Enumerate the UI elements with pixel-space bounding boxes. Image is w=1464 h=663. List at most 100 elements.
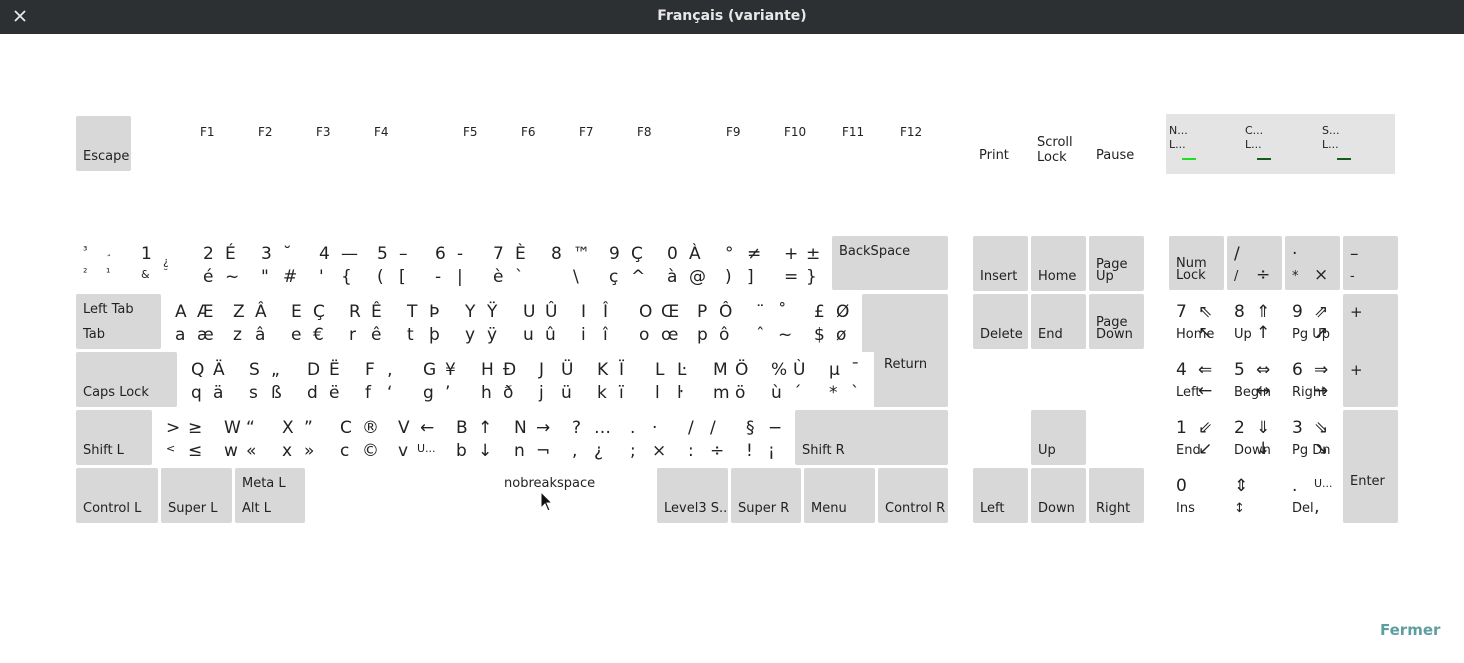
- key-letter[interactable]: F ‚ f ‘: [354, 352, 410, 407]
- key-menu[interactable]: Menu: [804, 468, 875, 523]
- key-superscript[interactable]: ³ ¸ ² ¹: [76, 236, 132, 290]
- key-digit[interactable]: 1 ¿ & ˘: [134, 236, 190, 290]
- key-home[interactable]: Home: [1031, 236, 1086, 291]
- key-delete[interactable]: Delete: [973, 294, 1028, 349]
- key-insert[interactable]: Insert: [973, 236, 1028, 291]
- key-letter[interactable]: N → n ¬: [503, 410, 559, 465]
- key-letter[interactable]: OŒoœ: [628, 294, 684, 349]
- key-keypad-minus[interactable]: – -: [1343, 236, 1398, 290]
- key-keypad-updown[interactable]: ⇕ ↕: [1227, 468, 1282, 523]
- key-shift-right[interactable]: Shift R: [795, 410, 948, 465]
- key-keypad-2[interactable]: 2 ⇓ Down ↓: [1227, 410, 1282, 465]
- key-shift-left[interactable]: Shift L: [76, 410, 152, 465]
- key-letter[interactable]: / /: ÷: [677, 410, 733, 465]
- key-letter[interactable]: % Ùù ´: [760, 352, 816, 407]
- key-letter[interactable]: B ↑ b ↓: [445, 410, 501, 465]
- key-keypad-7[interactable]: 7 ⇖ Home ↖: [1169, 294, 1224, 349]
- key-letter[interactable]: QÄqä: [180, 352, 236, 407]
- key-keypad-8[interactable]: 8 ⇑ Up ↑: [1227, 294, 1282, 349]
- key-letter[interactable]: X ” x »: [271, 410, 327, 465]
- key-letter[interactable]: V ← v U...: [387, 410, 443, 465]
- key-letter[interactable]: µ ¯ * `: [818, 352, 874, 407]
- key-letter[interactable]: C ® c ©: [329, 410, 385, 465]
- key-num-lock[interactable]: Num Lock: [1169, 236, 1224, 290]
- key-keypad-9[interactable]: 9 ⇗ Pg Up ↗: [1285, 294, 1340, 349]
- key-f3[interactable]: F3: [308, 116, 364, 171]
- key-f9[interactable]: F9: [718, 116, 774, 171]
- key-letter[interactable]: DËdë: [296, 352, 352, 407]
- key-level3-shift[interactable]: Level3 S...: [657, 468, 728, 523]
- key-keypad-0[interactable]: 0 Ins: [1169, 468, 1224, 523]
- key-keypad-3[interactable]: 3 ⇘ Pg Dn ↘: [1285, 410, 1340, 465]
- key-letter[interactable]: E Çe €: [280, 294, 336, 349]
- key-keypad-enter[interactable]: Enter: [1343, 410, 1398, 523]
- key-page-up[interactable]: Page Up: [1089, 236, 1144, 291]
- key-letter[interactable]: MÖmö: [702, 352, 758, 407]
- key-escape[interactable]: Escape: [76, 116, 131, 171]
- key-letter[interactable]: PÔpô: [686, 294, 742, 349]
- key-print[interactable]: Print: [973, 116, 1028, 171]
- key-letter[interactable]: W “ w «: [213, 410, 269, 465]
- key-f6[interactable]: F6: [513, 116, 569, 171]
- key-f10[interactable]: F10: [776, 116, 832, 171]
- key-f2[interactable]: F2: [250, 116, 306, 171]
- key-letter[interactable]: § −! ¡: [735, 410, 791, 465]
- key-f5[interactable]: F5: [455, 116, 511, 171]
- key-space[interactable]: nobreakspace: [308, 468, 654, 523]
- key-backspace[interactable]: BackSpace: [832, 236, 948, 290]
- key-letter[interactable]: ? …, ¿: [561, 410, 617, 465]
- key-digit[interactable]: 7 Èè `: [482, 236, 538, 290]
- key-up[interactable]: Up: [1031, 410, 1086, 465]
- key-letter[interactable]: ZÂzâ: [222, 294, 278, 349]
- key-digit[interactable]: 8 ™ \: [540, 236, 596, 290]
- key-f7[interactable]: F7: [571, 116, 627, 171]
- key-letter[interactable]: UÛuû: [512, 294, 568, 349]
- key-keypad-plus[interactable]: + +: [1343, 294, 1398, 407]
- key-digit[interactable]: 3 ˘ " #: [250, 236, 306, 290]
- key-super-left[interactable]: Super L: [161, 468, 232, 523]
- key-super-right[interactable]: Super R: [731, 468, 801, 523]
- key-return[interactable]: Return: [862, 294, 948, 407]
- key-control-right[interactable]: Control R: [878, 468, 948, 523]
- key-caps-lock[interactable]: Caps Lock: [76, 352, 177, 407]
- key-keypad-1[interactable]: 1 ⇙ End ↙: [1169, 410, 1224, 465]
- key-digit[interactable]: 2 Éé ~: [192, 236, 248, 290]
- key-letter[interactable]: IÎiî: [570, 294, 626, 349]
- key-digit[interactable]: ° ≠)]: [714, 236, 770, 290]
- key-letter[interactable]: G ¥ g ’: [412, 352, 468, 407]
- key-control-left[interactable]: Control L: [76, 468, 158, 523]
- key-letter[interactable]: TÞtþ: [396, 294, 452, 349]
- key-letter[interactable]: S „ s ß: [238, 352, 294, 407]
- key-f1[interactable]: F1: [192, 116, 248, 171]
- key-digit[interactable]: 0 Àà @: [656, 236, 712, 290]
- key-letter[interactable]: ¨ ˚ ˆ ~: [745, 294, 801, 349]
- key-keypad-6[interactable]: 6 ⇒ Right →: [1285, 352, 1340, 407]
- key-letter[interactable]: AÆaæ: [164, 294, 220, 349]
- key-keypad-divide[interactable]: / / ÷: [1227, 236, 1282, 290]
- key-letter[interactable]: RÊrê: [338, 294, 394, 349]
- key-digit[interactable]: + ± =}: [773, 236, 829, 290]
- key-keypad-4[interactable]: 4 ⇐ Left ←: [1169, 352, 1224, 407]
- close-button[interactable]: Fermer: [1380, 621, 1440, 639]
- key-right[interactable]: Right: [1089, 468, 1144, 523]
- key-page-down[interactable]: Page Down: [1089, 294, 1144, 349]
- key-down[interactable]: Down: [1031, 468, 1086, 523]
- key-tab[interactable]: Left Tab Tab: [76, 294, 161, 349]
- key-letter[interactable]: > ≥ < ≤: [155, 410, 211, 465]
- key-letter[interactable]: £ Ø $ ø: [803, 294, 859, 349]
- key-scroll-lock[interactable]: Scroll Lock: [1031, 116, 1086, 171]
- key-f11[interactable]: F11: [834, 116, 890, 171]
- key-f8[interactable]: F8: [629, 116, 685, 171]
- key-letter[interactable]: KÏkï: [586, 352, 642, 407]
- key-digit[interactable]: 5–([: [366, 236, 422, 290]
- key-meta-alt-left[interactable]: Meta L Alt L: [235, 468, 305, 523]
- key-digit[interactable]: 4 — ' {: [308, 236, 364, 290]
- key-letter[interactable]: LĿlŀ: [644, 352, 700, 407]
- key-f4[interactable]: F4: [366, 116, 422, 171]
- key-digit[interactable]: 9 Çç ^: [598, 236, 654, 290]
- key-keypad-5[interactable]: 5 ⇔ Begin ↔: [1227, 352, 1282, 407]
- key-letter[interactable]: JÜjü: [528, 352, 584, 407]
- key-digit[interactable]: 6- - |: [424, 236, 480, 290]
- key-pause[interactable]: Pause: [1089, 116, 1144, 171]
- key-letter[interactable]: . ·; ×: [619, 410, 675, 465]
